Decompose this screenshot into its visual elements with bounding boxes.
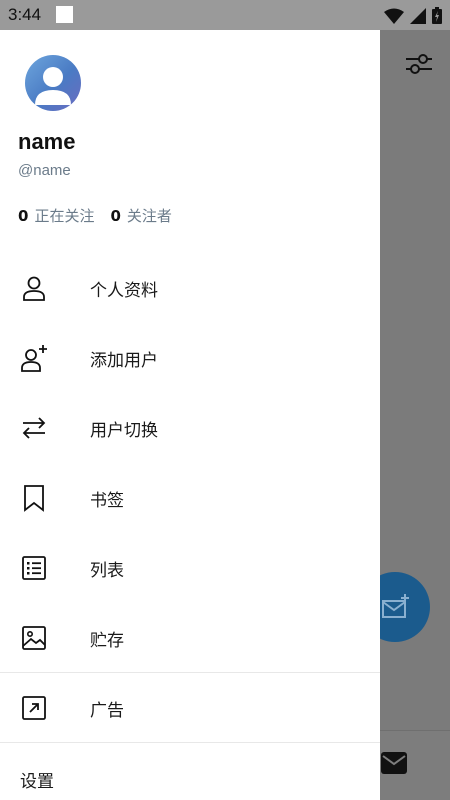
following-stat[interactable]: 0 正在关注 bbox=[18, 205, 94, 226]
background-app[interactable] bbox=[380, 30, 450, 800]
menu-item-lists[interactable]: 列表 bbox=[0, 533, 380, 603]
avatar[interactable] bbox=[25, 55, 81, 111]
followers-stat[interactable]: 0 关注者 bbox=[110, 205, 171, 226]
menu-item-ads[interactable]: 广告 bbox=[0, 673, 380, 743]
person-icon bbox=[23, 276, 45, 301]
following-count: 0 bbox=[18, 207, 29, 225]
follow-stats: 0 正在关注 0 关注者 bbox=[18, 205, 172, 226]
list-icon bbox=[22, 556, 46, 580]
add-user-icon bbox=[21, 345, 47, 372]
menu-label-storage: 贮存 bbox=[90, 630, 124, 651]
filter-icon[interactable] bbox=[404, 50, 434, 78]
settings-link[interactable]: 设置 bbox=[20, 767, 54, 792]
settings-divider bbox=[0, 742, 380, 743]
status-time: 3:44 bbox=[8, 5, 42, 24]
menu-label-lists: 列表 bbox=[90, 560, 124, 581]
notification-icon bbox=[56, 6, 73, 23]
profile-handle: @name bbox=[18, 162, 71, 179]
navigation-drawer: name @name 0 正在关注 0 关注者 个人资料 添加用户 用户切换 书签 bbox=[0, 30, 380, 800]
followers-label: 关注者 bbox=[126, 207, 172, 225]
followers-count: 0 bbox=[110, 207, 121, 225]
menu-item-storage[interactable]: 贮存 bbox=[0, 603, 380, 673]
profile-name: name bbox=[18, 129, 76, 154]
image-icon bbox=[22, 626, 46, 650]
messages-icon[interactable] bbox=[381, 752, 407, 774]
menu-item-switch-user[interactable]: 用户切换 bbox=[0, 393, 380, 463]
menu-item-add-user[interactable]: 添加用户 bbox=[0, 323, 380, 393]
battery-icon bbox=[432, 7, 442, 24]
following-label: 正在关注 bbox=[34, 207, 95, 225]
status-icons bbox=[384, 7, 442, 24]
menu-label-bookmarks: 书签 bbox=[90, 490, 124, 511]
menu-item-bookmarks[interactable]: 书签 bbox=[0, 463, 380, 533]
default-avatar-icon bbox=[35, 67, 71, 105]
menu-label-ads: 广告 bbox=[90, 700, 124, 721]
status-bar: 3:44 bbox=[0, 0, 450, 30]
compose-mail-icon bbox=[382, 594, 409, 618]
signal-icon bbox=[410, 7, 426, 24]
menu-label-switch-user: 用户切换 bbox=[90, 420, 158, 441]
menu-label-add-user: 添加用户 bbox=[90, 350, 158, 371]
switch-arrows-icon bbox=[22, 417, 46, 439]
menu-item-profile[interactable]: 个人资料 bbox=[0, 253, 380, 323]
wifi-icon bbox=[384, 8, 404, 24]
bookmark-icon bbox=[24, 485, 44, 512]
external-arrow-icon bbox=[22, 696, 46, 720]
menu-label-profile: 个人资料 bbox=[90, 280, 158, 301]
